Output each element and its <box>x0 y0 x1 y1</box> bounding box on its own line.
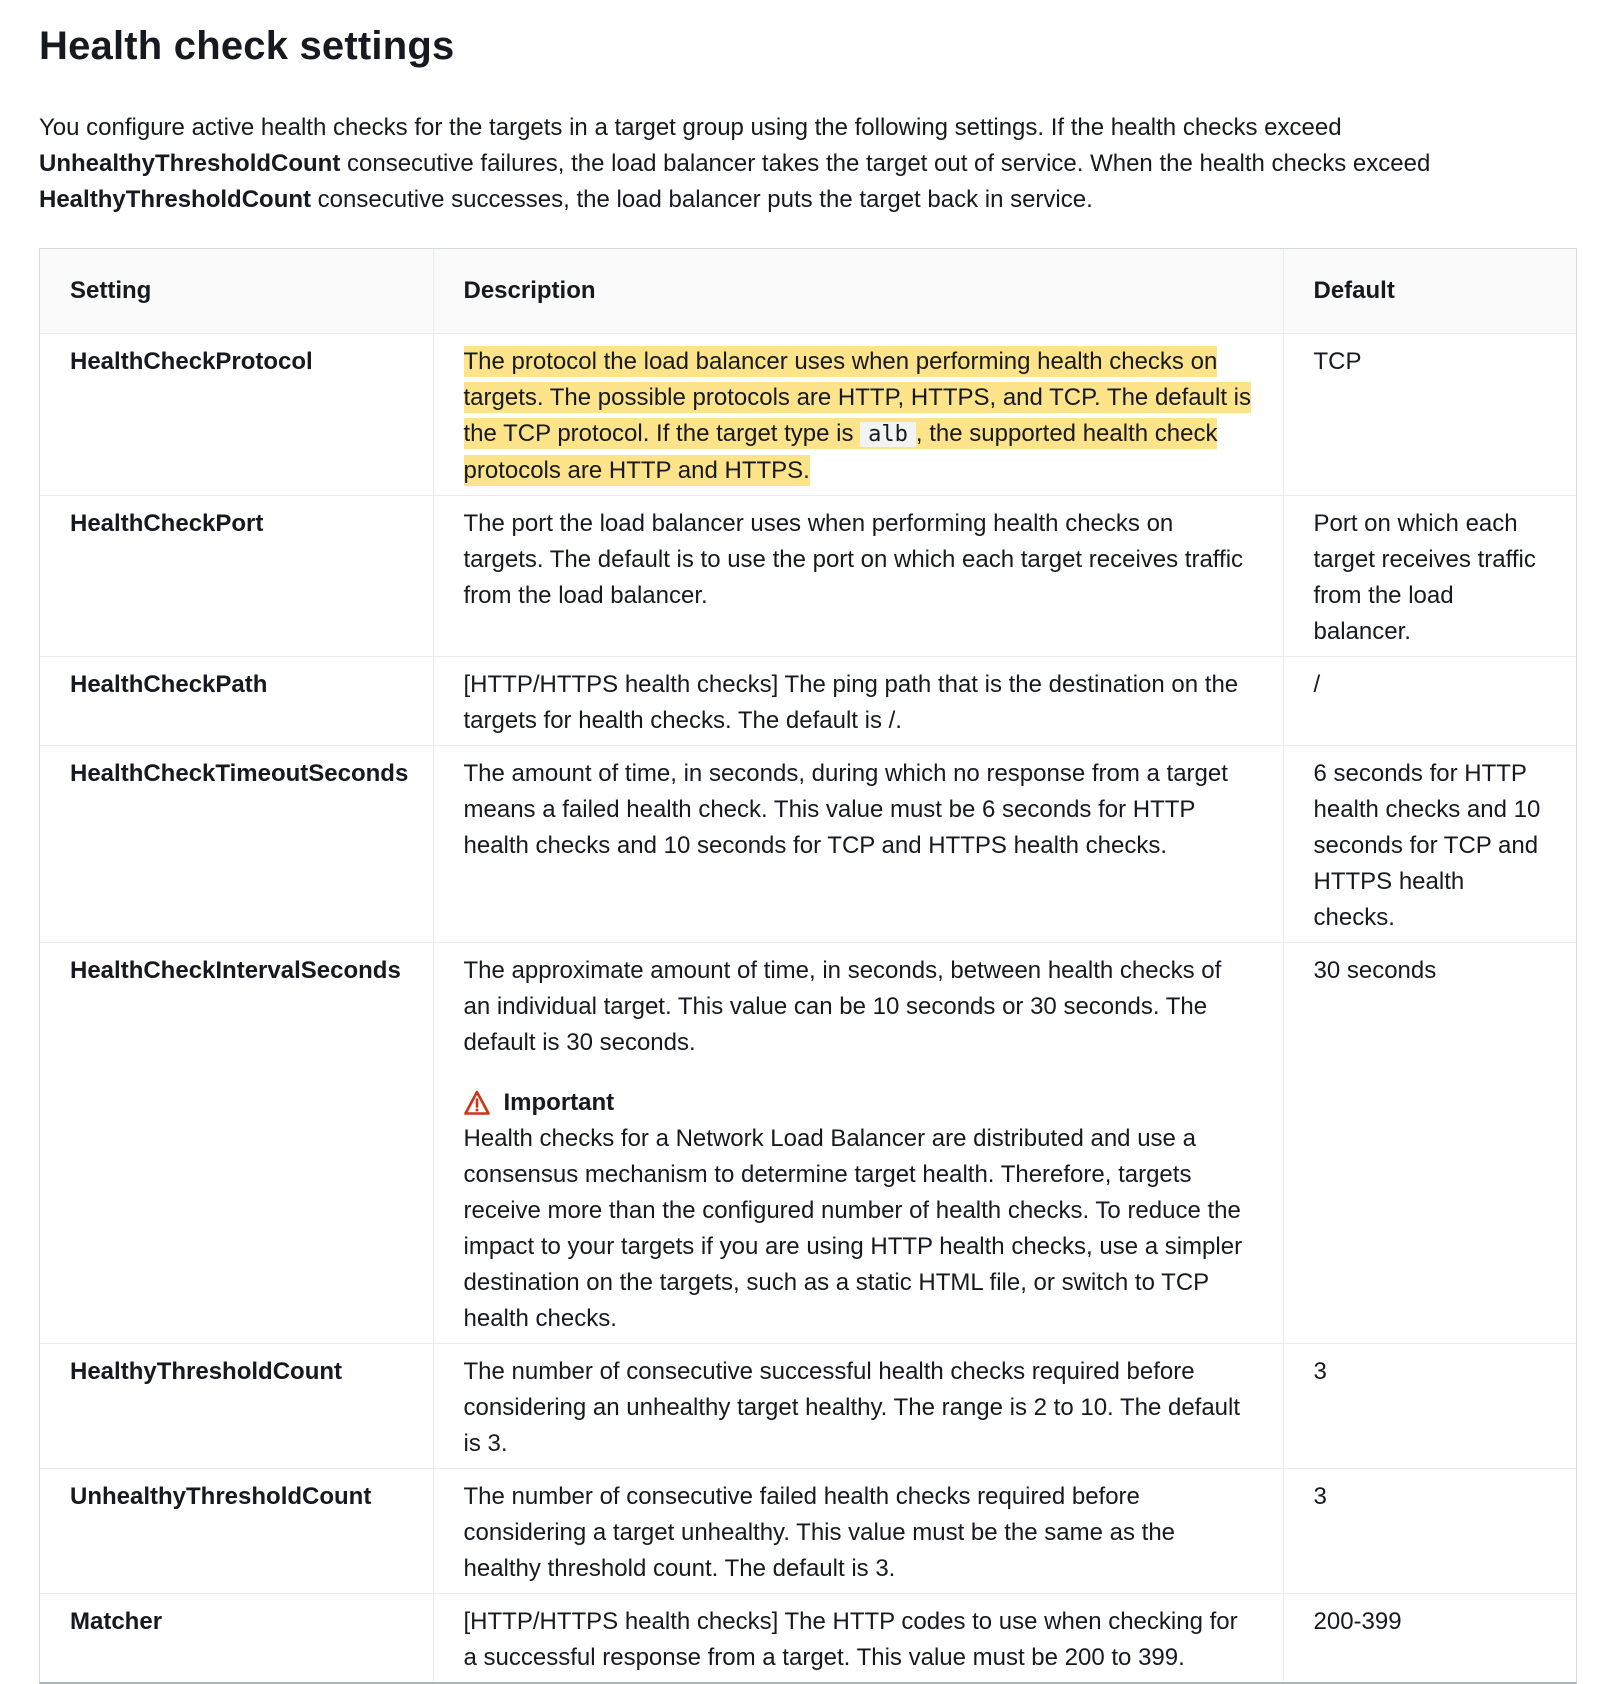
setting-default: 3 <box>1283 1343 1576 1469</box>
settings-table-container: Setting Description Default HealthCheckP… <box>39 248 1577 1684</box>
setting-name: HealthCheckProtocol <box>40 333 434 496</box>
setting-description: The port the load balancer uses when per… <box>433 495 1284 657</box>
important-callout: Important Health checks for a Network Lo… <box>464 1085 1253 1337</box>
setting-default: Port on which each target receives traff… <box>1283 495 1576 657</box>
table-row: HealthCheckPort The port the load balanc… <box>40 495 1576 657</box>
intro-text-3: consecutive successes, the load balancer… <box>311 186 1093 213</box>
setting-default: 3 <box>1283 1468 1576 1594</box>
page: Health check settings You configure acti… <box>39 0 1579 1684</box>
table-row: UnhealthyThresholdCount The number of co… <box>40 1468 1576 1594</box>
highlighted-description: The protocol the load balancer uses when… <box>463 346 1251 486</box>
table-header-row: Setting Description Default <box>40 249 1576 334</box>
inline-code: alb <box>860 422 916 447</box>
setting-description: [HTTP/HTTPS health checks] The ping path… <box>433 656 1284 746</box>
table-row: HealthyThresholdCount The number of cons… <box>40 1343 1576 1469</box>
important-heading: Important <box>463 1085 1253 1121</box>
setting-default: 6 seconds for HTTP health checks and 10 … <box>1283 745 1576 943</box>
table-row: Matcher [HTTP/HTTPS health checks] The H… <box>40 1593 1576 1682</box>
setting-description: The approximate amount of time, in secon… <box>433 942 1284 1344</box>
table-row: HealthCheckTimeoutSeconds The amount of … <box>40 745 1576 943</box>
setting-name: HealthyThresholdCount <box>40 1343 434 1469</box>
setting-name: Matcher <box>40 1593 434 1682</box>
setting-default: 30 seconds <box>1283 942 1576 1344</box>
setting-description: The protocol the load balancer uses when… <box>433 333 1284 496</box>
intro-text-1: You configure active health checks for t… <box>39 114 1342 141</box>
setting-description: The number of consecutive successful hea… <box>433 1343 1284 1469</box>
table-row: HealthCheckProtocol The protocol the loa… <box>40 333 1576 496</box>
intro-bold-unhealthy: UnhealthyThresholdCount <box>39 150 341 177</box>
intro-bold-healthy: HealthyThresholdCount <box>39 186 312 213</box>
setting-default: TCP <box>1283 333 1576 496</box>
important-label: Important <box>503 1089 615 1116</box>
settings-table: Setting Description Default HealthCheckP… <box>40 249 1576 1682</box>
table-row: HealthCheckPath [HTTP/HTTPS health check… <box>40 656 1576 746</box>
setting-default: 200-399 <box>1313 1608 1402 1635</box>
setting-name: HealthCheckIntervalSeconds <box>40 942 434 1344</box>
warning-triangle-icon <box>463 1090 490 1116</box>
column-header-description: Description <box>433 249 1284 334</box>
setting-description: [HTTP/HTTPS health checks] The HTTP code… <box>433 1593 1284 1682</box>
table-row: HealthCheckIntervalSeconds The approxima… <box>40 942 1576 1344</box>
intro-paragraph: You configure active health checks for t… <box>39 110 1539 218</box>
column-header-setting: Setting <box>40 249 434 334</box>
page-title: Health check settings <box>39 24 455 68</box>
setting-name: HealthCheckPath <box>40 656 434 746</box>
important-text: Health checks for a Network Load Balance… <box>463 1125 1243 1332</box>
setting-default: / <box>1283 656 1576 746</box>
setting-name: HealthCheckPort <box>40 495 434 657</box>
setting-description: The amount of time, in seconds, during w… <box>433 745 1284 943</box>
setting-description: The number of consecutive failed health … <box>433 1468 1284 1594</box>
description-text: The approximate amount of time, in secon… <box>463 957 1222 1056</box>
column-header-default: Default <box>1283 249 1576 334</box>
intro-text-2: consecutive failures, the load balancer … <box>340 150 1431 177</box>
setting-name: HealthCheckTimeoutSeconds <box>40 745 434 943</box>
setting-name: UnhealthyThresholdCount <box>40 1468 434 1594</box>
